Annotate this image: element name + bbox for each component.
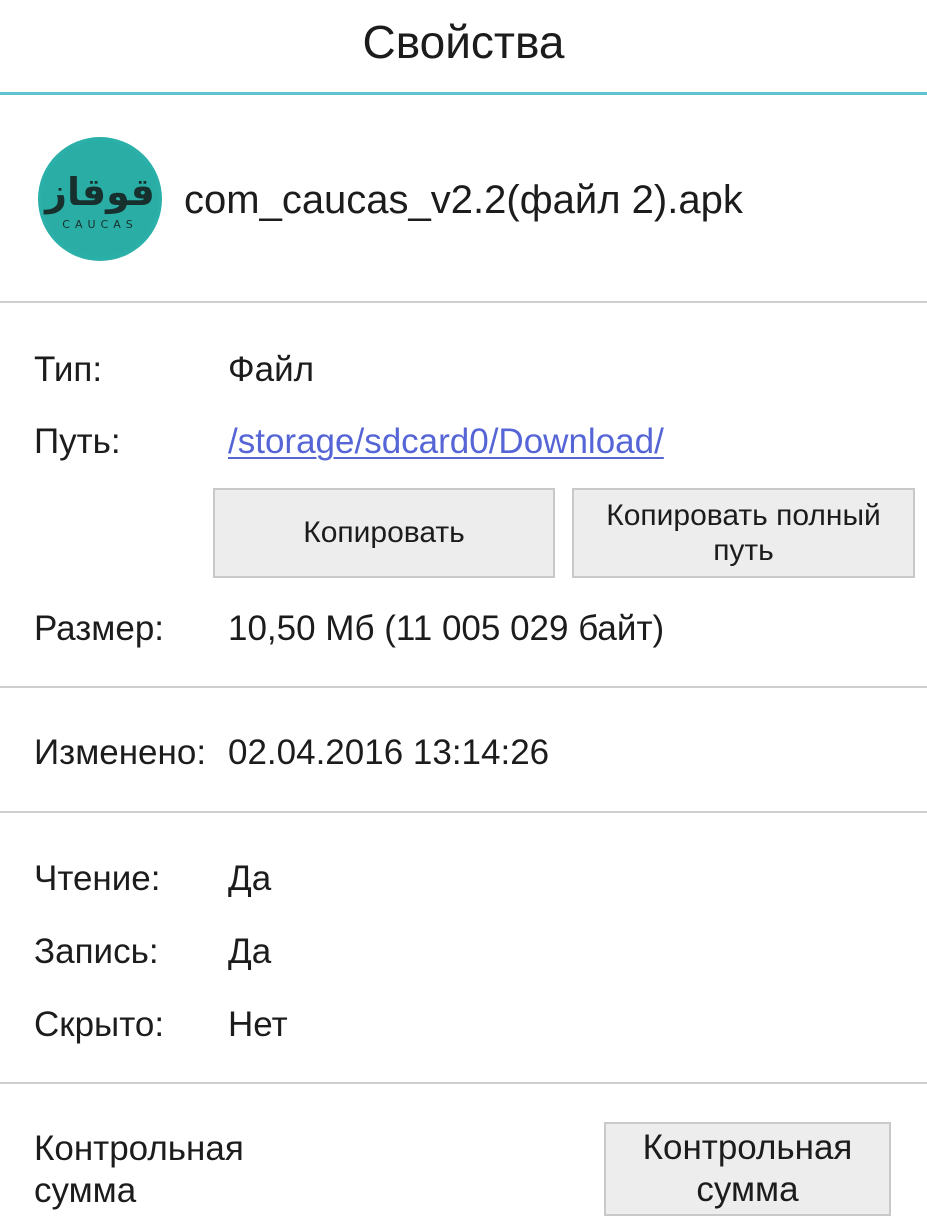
write-value: Да — [228, 932, 272, 971]
divider — [0, 301, 927, 303]
hidden-value: Нет — [228, 1005, 288, 1044]
file-name: com_caucas_v2.2(файл 2).apk — [184, 178, 743, 222]
title-bar: Свойства — [0, 0, 927, 95]
copy-full-path-button[interactable]: Копировать полный путь — [572, 488, 915, 578]
divider — [0, 811, 927, 813]
path-link[interactable]: /storage/sdcard0/Download/ — [228, 420, 664, 464]
checksum-button[interactable]: Контрольная сумма — [604, 1122, 891, 1216]
path-label: Путь: — [34, 422, 121, 461]
checksum-label: Контрольная сумма — [34, 1129, 244, 1210]
size-value: 10,50 Мб (11 005 029 байт) — [228, 609, 665, 648]
copy-button[interactable]: Копировать — [213, 488, 555, 578]
write-label: Запись: — [34, 932, 159, 971]
type-label: Тип: — [34, 350, 103, 389]
modified-value: 02.04.2016 13:14:26 — [228, 733, 550, 772]
size-label: Размер: — [34, 609, 165, 648]
read-label: Чтение: — [34, 859, 161, 898]
icon-latin-text: CAUCAS — [62, 218, 137, 231]
read-value: Да — [228, 859, 272, 898]
hidden-label: Скрыто: — [34, 1005, 165, 1044]
file-header: قوقاز CAUCAS com_caucas_v2.2(файл 2).apk — [0, 95, 927, 303]
type-value: Файл — [228, 350, 315, 389]
caucas-app-icon: قوقاز CAUCAS — [38, 137, 162, 261]
modified-label: Изменено: — [34, 733, 207, 772]
divider — [0, 686, 927, 688]
page-title: Свойства — [362, 16, 565, 68]
icon-arabic-text: قوقاز — [43, 170, 155, 214]
divider — [0, 1082, 927, 1084]
